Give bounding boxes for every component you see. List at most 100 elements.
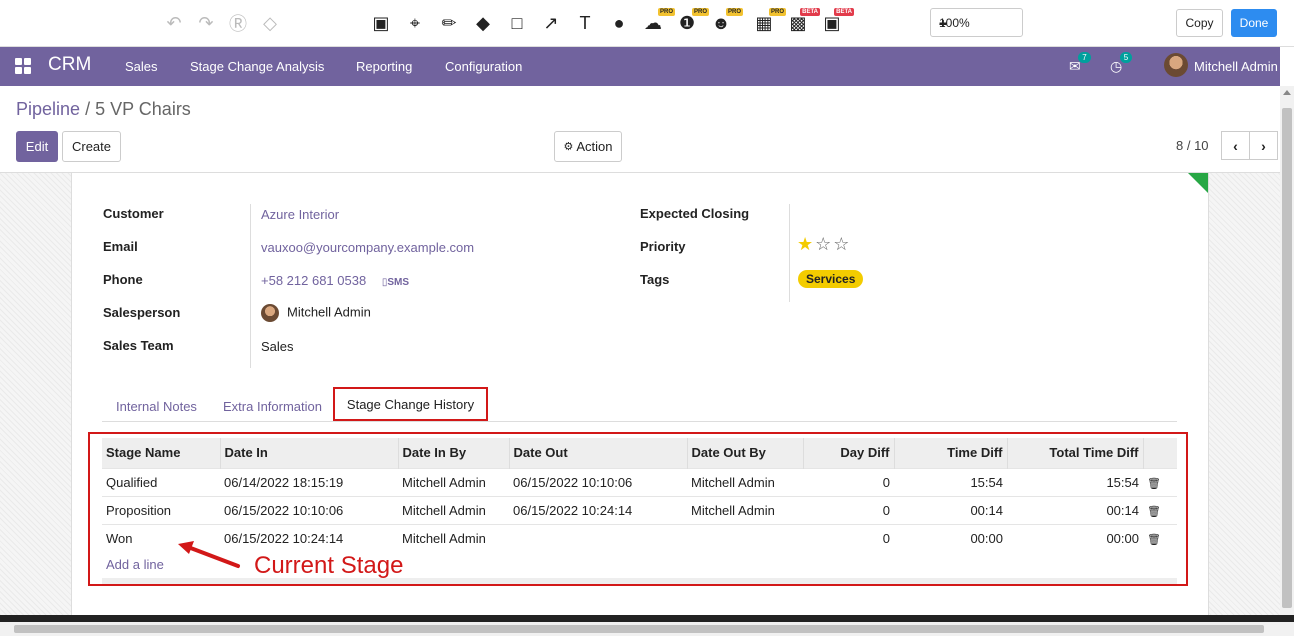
delete-row-button[interactable]: 🗑 — [1143, 467, 1177, 496]
menu-stage-change-analysis[interactable]: Stage Change Analysis — [190, 59, 324, 74]
cell-date-in-by: Mitchell Admin — [398, 523, 509, 552]
delete-row-button[interactable]: 🗑 — [1143, 495, 1177, 524]
image-add-icon[interactable]: ▦ PRO — [752, 8, 786, 35]
trash-icon: 🗑 — [1147, 533, 1161, 546]
apps-menu-icon[interactable] — [15, 58, 31, 74]
breadcrumb-current: 5 VP Chairs — [95, 99, 191, 119]
vertical-scrollbar[interactable] — [1280, 86, 1294, 622]
tag-badge[interactable]: Services — [798, 270, 864, 288]
horizontal-scroll-thumb[interactable] — [14, 625, 1264, 633]
control-panel: Pipeline / 5 VP Chairs Edit Create ⚙ Act… — [0, 86, 1280, 173]
tab-internal-notes[interactable]: Internal Notes — [116, 399, 197, 414]
undo-icon[interactable]: ↶ — [162, 11, 186, 35]
priority-star-1-icon[interactable]: ★ — [797, 234, 815, 254]
scroll-up-icon[interactable] — [1283, 90, 1291, 95]
cell-date-out — [509, 523, 687, 552]
table-row[interactable]: Proposition 06/15/2022 10:10:06 Mitchell… — [102, 495, 1177, 524]
tags-label: Tags — [640, 272, 670, 287]
expected-closing-label: Expected Closing — [640, 206, 750, 221]
column-date-out[interactable]: Date Out — [508, 438, 687, 468]
chevron-right-icon: › — [1261, 137, 1266, 154]
pager-value[interactable]: 8 / 10 — [1176, 138, 1209, 153]
email-field[interactable]: vauxoo@yourcompany.example.com — [261, 240, 474, 255]
menu-configuration[interactable]: Configuration — [445, 59, 522, 74]
activities-icon[interactable]: ◷ 5 — [1110, 52, 1133, 75]
number-icon[interactable]: ❶ PRO — [675, 8, 709, 35]
salesperson-field[interactable]: Mitchell Admin — [261, 304, 371, 322]
trash-icon: 🗑 — [1147, 505, 1161, 518]
pencil-icon[interactable]: ✏ — [437, 11, 461, 35]
vertical-scroll-thumb[interactable] — [1282, 108, 1292, 608]
cell-time-diff: 15:54 — [894, 467, 1007, 496]
customer-field[interactable]: Azure Interior — [261, 207, 339, 222]
cell-date-in: 06/15/2022 10:24:14 — [220, 523, 398, 552]
column-total-time-diff[interactable]: Total Time Diff — [1006, 438, 1143, 468]
create-button[interactable]: Create — [62, 131, 121, 162]
done-button[interactable]: Done — [1231, 9, 1277, 37]
chevron-left-icon: ‹ — [1233, 137, 1238, 154]
sales-team-field[interactable]: Sales — [261, 339, 294, 354]
menu-reporting[interactable]: Reporting — [356, 59, 412, 74]
horizontal-scrollbar[interactable] — [0, 622, 1294, 636]
record-icon[interactable]: ▣ BETA — [820, 8, 854, 35]
user-menu[interactable]: Mitchell Admin — [1194, 59, 1278, 74]
drop-icon[interactable]: ● — [607, 11, 631, 35]
priority-star-3-icon[interactable]: ☆ — [833, 234, 851, 254]
cell-day-diff: 0 — [803, 467, 894, 496]
column-time-diff[interactable]: Time Diff — [893, 438, 1007, 468]
phone-label: Phone — [103, 272, 143, 287]
tab-extra-information[interactable]: Extra Information — [223, 399, 322, 414]
user-avatar[interactable] — [1164, 53, 1188, 77]
column-day-diff[interactable]: Day Diff — [802, 438, 894, 468]
zoom-in-button[interactable]: + — [939, 7, 947, 38]
messages-icon[interactable]: ✉ 7 — [1069, 52, 1091, 75]
emoji-icon[interactable]: ☻ PRO — [709, 8, 743, 35]
column-stage-name[interactable]: Stage Name — [102, 438, 220, 468]
edit-button[interactable]: Edit — [16, 131, 58, 162]
breadcrumb-pipeline[interactable]: Pipeline — [16, 99, 80, 119]
app-brand[interactable]: CRM — [48, 54, 91, 76]
column-date-in[interactable]: Date In — [219, 438, 398, 468]
cell-stage-name: Qualified — [102, 467, 220, 496]
pager-next-button[interactable]: › — [1249, 131, 1278, 160]
annotation-arrow-icon — [178, 541, 240, 568]
table-row[interactable]: Qualified 06/14/2022 18:15:19 Mitchell A… — [102, 467, 1177, 496]
left-group-divider — [250, 204, 251, 368]
phone-field: +58 212 681 0538 ▯SMS — [261, 273, 409, 288]
stamp-icon[interactable]: ▩ BETA — [786, 8, 820, 35]
redo-icon[interactable]: ↷ — [194, 11, 218, 35]
crop-icon[interactable]: ⌖ — [403, 11, 427, 35]
speech-bubble-icon[interactable]: ☁ PRO — [641, 8, 675, 35]
salesperson-avatar — [261, 304, 279, 322]
email-label: Email — [103, 239, 138, 254]
resize-icon[interactable]: ▣ — [369, 11, 393, 35]
column-date-in-by[interactable]: Date In By — [397, 438, 509, 468]
column-date-out-by[interactable]: Date Out By — [686, 438, 803, 468]
text-icon[interactable]: T — [573, 11, 597, 35]
annotation-toolbar: ↶ ↷ Ⓡ ◇ ▣ ⌖ ✏ ◆ □ ↗ T ● ☁ PRO ❶ PRO ☻ PRO ▦… — [0, 0, 1294, 47]
sms-button[interactable]: ▯SMS — [382, 277, 409, 288]
delete-row-button[interactable]: 🗑 — [1143, 523, 1177, 552]
add-line-link[interactable]: Add a line — [106, 557, 164, 572]
cell-date-out-by: Mitchell Admin — [687, 467, 803, 496]
salesperson-label: Salesperson — [103, 305, 181, 320]
cell-date-in: 06/14/2022 18:15:19 — [220, 467, 398, 496]
right-group-divider — [789, 204, 790, 302]
menu-sales[interactable]: Sales — [125, 59, 158, 74]
copy-button[interactable]: Copy — [1176, 9, 1223, 37]
eraser-icon[interactable]: ◇ — [258, 11, 282, 35]
ae-icon[interactable]: Ⓡ — [226, 11, 250, 35]
cell-date-out-by: Mitchell Admin — [687, 495, 803, 524]
tab-stage-change-history[interactable]: Stage Change History — [333, 387, 488, 421]
gear-icon: ⚙ — [563, 141, 574, 153]
phone-value[interactable]: +58 212 681 0538 — [261, 273, 366, 288]
zoom-control: – 100% + — [930, 8, 1023, 37]
trash-icon: 🗑 — [1147, 477, 1161, 490]
fill-icon[interactable]: ◆ — [471, 11, 495, 35]
pager-previous-button[interactable]: ‹ — [1221, 131, 1250, 160]
action-button[interactable]: ⚙ Action — [554, 131, 622, 162]
table-row[interactable]: Won 06/15/2022 10:24:14 Mitchell Admin 0… — [102, 523, 1177, 552]
arrow-icon[interactable]: ↗ — [539, 11, 563, 35]
rectangle-icon[interactable]: □ — [505, 11, 529, 35]
priority-star-2-icon[interactable]: ☆ — [815, 234, 833, 254]
